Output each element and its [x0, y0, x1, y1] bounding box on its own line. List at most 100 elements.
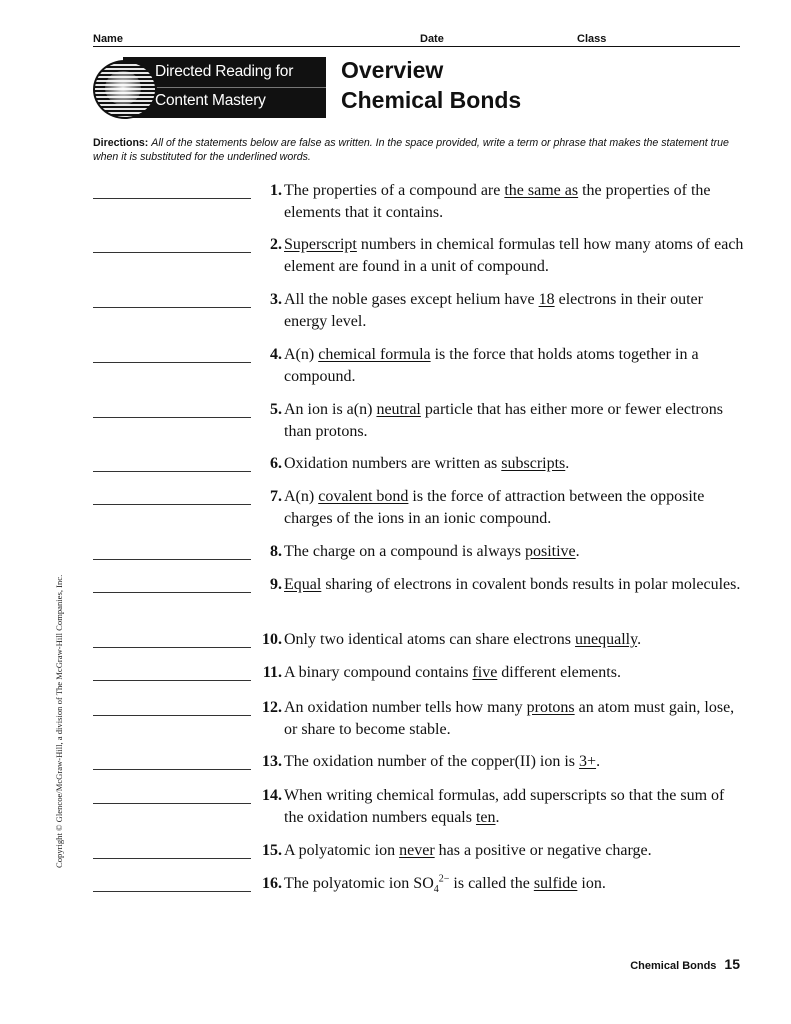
answer-blank[interactable] — [93, 715, 251, 716]
question-number: 4. — [270, 346, 282, 363]
page-title-overview: Overview — [341, 57, 444, 83]
question-text-before: Only two identical atoms can share elect… — [284, 631, 576, 648]
question-text: Oxidation numbers are written as subscri… — [284, 453, 744, 475]
question-text-before: An ion is a(n) — [284, 401, 377, 418]
question-text: A polyatomic ion never has a positive or… — [284, 840, 744, 862]
question-text-before: A(n) — [284, 346, 319, 363]
answer-blank[interactable] — [93, 769, 251, 770]
underlined-term: subscripts — [501, 455, 566, 472]
page-number: 15 — [724, 956, 740, 972]
question-text-after: . — [637, 631, 642, 648]
answer-blank[interactable] — [93, 858, 251, 859]
name-label: Name — [93, 33, 123, 45]
question-text: Only two identical atoms can share elect… — [284, 629, 744, 651]
answer-blank[interactable] — [93, 198, 251, 199]
underlined-term: five — [472, 664, 498, 681]
directions: Directions: All of the statements below … — [93, 137, 738, 164]
formula-superscript: 2− — [438, 873, 450, 885]
question-text-before: An oxidation number tells how many — [284, 699, 527, 716]
question-number: 3. — [270, 291, 282, 308]
question-text-before: All the noble gases except helium have — [284, 291, 539, 308]
answer-blank[interactable] — [93, 471, 251, 472]
question-text: The polyatomic ion SO42− is called the s… — [284, 873, 744, 895]
question-text: The oxidation number of the copper(II) i… — [284, 751, 744, 773]
question-text: The properties of a compound are the sam… — [284, 180, 744, 223]
copyright-notice: Copyright © Glencoe/McGraw-Hill, a divis… — [54, 574, 64, 868]
question-text: When writing chemical formulas, add supe… — [284, 785, 744, 828]
globe-highlight — [105, 71, 141, 105]
question-text-after: has a positive or negative charge. — [434, 842, 652, 859]
question-text-after: different elements. — [497, 664, 621, 681]
question-number: 9. — [270, 576, 282, 593]
question-text: A binary compound contains five differen… — [284, 662, 744, 684]
directions-text: All of the statements below are false as… — [93, 137, 729, 163]
answer-blank[interactable] — [93, 647, 251, 648]
underlined-term: unequally — [575, 631, 638, 648]
question-number: 10. — [262, 631, 282, 648]
answer-blank[interactable] — [93, 680, 251, 681]
answer-blank[interactable] — [93, 417, 251, 418]
answer-blank[interactable] — [93, 252, 251, 253]
question-text: A(n) chemical formula is the force that … — [284, 344, 744, 387]
question-text-middle: is called the — [449, 875, 534, 892]
question-text-before: A(n) — [284, 488, 319, 505]
question-text-before: When writing chemical formulas, add supe… — [284, 787, 725, 826]
question-text: Equal sharing of electrons in covalent b… — [284, 574, 744, 596]
header-row: Name Date Class — [93, 33, 740, 47]
question-text-before: A polyatomic ion — [284, 842, 400, 859]
question-number: 12. — [262, 699, 282, 716]
question-number: 11. — [262, 664, 282, 681]
question-text-after: . — [565, 455, 570, 472]
question-text-after: . — [495, 808, 500, 826]
question-text-before: A binary compound contains — [284, 664, 473, 681]
question-text-after: . — [596, 753, 601, 770]
question-text: An ion is a(n) neutral particle that has… — [284, 399, 744, 442]
underlined-term: 3+ — [579, 753, 597, 770]
directed-reading-banner: Directed Reading for Content Mastery — [93, 57, 326, 119]
class-label: Class — [577, 33, 607, 45]
question-text-after: sharing of electrons in covalent bonds r… — [321, 576, 741, 593]
footer-title: Chemical Bonds — [630, 960, 717, 972]
underlined-term: 18 — [538, 291, 555, 308]
question-text: An oxidation number tells how many proto… — [284, 697, 744, 740]
underlined-term: never — [399, 842, 435, 859]
question-text: Superscript numbers in chemical formulas… — [284, 234, 744, 277]
banner-line1: Directed Reading for — [155, 63, 294, 80]
underlined-term: covalent bond — [318, 488, 409, 505]
question-number: 2. — [270, 236, 282, 253]
page-title-topic: Chemical Bonds — [341, 87, 522, 113]
question-text-before: The oxidation number of the copper(II) i… — [284, 753, 580, 770]
underlined-term: Superscript — [284, 236, 357, 253]
question-text-after: ion. — [577, 875, 606, 892]
question-text: All the noble gases except helium have 1… — [284, 289, 744, 332]
directions-label: Directions: — [93, 137, 149, 149]
question-text: A(n) covalent bond is the force of attra… — [284, 486, 744, 529]
answer-blank[interactable] — [93, 803, 251, 804]
question-text: The charge on a compound is always posit… — [284, 541, 744, 563]
underlined-term: chemical formula — [318, 346, 431, 363]
question-number: 6. — [270, 455, 282, 472]
question-number: 14. — [262, 787, 282, 804]
question-text-before: The properties of a compound are — [284, 182, 505, 199]
answer-blank[interactable] — [93, 307, 251, 308]
question-number: 8. — [270, 543, 282, 560]
underlined-term: the same as — [504, 182, 579, 199]
underlined-term: neutral — [376, 401, 421, 418]
underlined-term: protons — [526, 699, 575, 716]
date-label: Date — [420, 33, 444, 45]
question-text-before: The charge on a compound is always — [284, 543, 525, 560]
underlined-term: sulfide — [533, 875, 578, 892]
banner-line2: Content Mastery — [155, 92, 266, 109]
underlined-term: positive — [524, 543, 576, 560]
question-number: 5. — [270, 401, 282, 418]
answer-blank[interactable] — [93, 891, 251, 892]
question-number: 1. — [270, 182, 282, 199]
formula-subscript: 4 — [433, 884, 439, 896]
underlined-term: ten — [475, 808, 496, 826]
answer-blank[interactable] — [93, 504, 251, 505]
answer-blank[interactable] — [93, 559, 251, 560]
banner-divider — [143, 87, 326, 88]
answer-blank[interactable] — [93, 592, 251, 593]
answer-blank[interactable] — [93, 362, 251, 363]
question-number: 13. — [262, 753, 282, 770]
